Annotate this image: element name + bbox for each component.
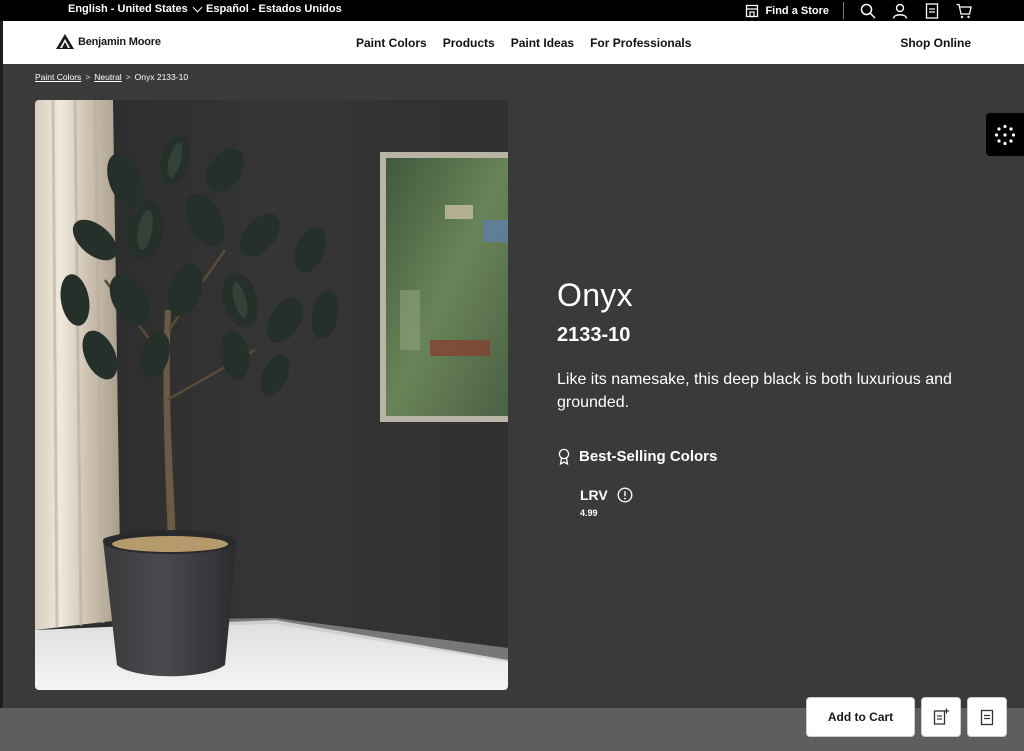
collection-label: Best-Selling Colors [579, 448, 718, 465]
left-edge [0, 21, 3, 708]
account-button[interactable] [892, 3, 908, 19]
breadcrumb-separator: > [85, 72, 91, 82]
utility-actions: Find a Store [745, 0, 972, 21]
add-to-cart-button[interactable]: Add to Cart [806, 697, 915, 737]
language-alt-label: Español - Estados Unidos [206, 3, 342, 15]
chevron-down-icon [192, 2, 203, 12]
award-ribbon-icon [558, 448, 570, 465]
nav-link-paint-colors[interactable]: Paint Colors [356, 36, 427, 50]
shop-online-link[interactable]: Shop Online [900, 36, 971, 50]
language-alt-link[interactable]: Español - Estados Unidos [206, 3, 342, 15]
color-tool-widget[interactable] [986, 113, 1024, 156]
store-icon [746, 4, 759, 17]
brand-name: Benjamin Moore [78, 35, 161, 48]
find-store-link[interactable]: Find a Store [745, 2, 844, 19]
lrv-value: 4.99 [580, 508, 598, 518]
color-description: Like its namesake, this deep black is bo… [557, 371, 952, 411]
brand-logo[interactable]: Benjamin Moore [55, 33, 161, 50]
breadcrumb-paint-colors[interactable]: Paint Colors [35, 72, 81, 82]
brand-mark-icon [56, 34, 74, 49]
account-icon [892, 3, 908, 19]
search-button[interactable] [860, 3, 876, 19]
breadcrumb: Paint Colors > Neutral > Onyx 2133-10 [35, 72, 188, 82]
language-selector[interactable]: English - United States [68, 2, 203, 15]
find-store-label: Find a Store [765, 4, 829, 17]
list-icon [925, 2, 939, 19]
cart-button[interactable] [956, 3, 972, 19]
list-icon [980, 709, 994, 725]
room-scene-image [35, 100, 508, 690]
search-icon [860, 3, 876, 19]
nav-link-paint-ideas[interactable]: Paint Ideas [511, 36, 574, 50]
color-code: 2133-10 [557, 324, 631, 346]
cart-icon [956, 3, 972, 18]
add-to-cart-label: Add to Cart [827, 710, 894, 724]
add-to-list-icon [933, 708, 949, 725]
language-label: English - United States [68, 3, 188, 15]
collection-badge[interactable]: Best-Selling Colors [557, 448, 717, 465]
nav-link-for-professionals[interactable]: For Professionals [590, 36, 691, 50]
nav-link-products[interactable]: Products [443, 36, 495, 50]
lrv-row: LRV [580, 487, 633, 503]
list-button[interactable] [924, 2, 940, 19]
nav-links: Paint Colors Products Paint Ideas For Pr… [356, 36, 691, 50]
view-list-button[interactable] [967, 697, 1007, 737]
info-icon[interactable] [617, 487, 633, 503]
color-name: Onyx [557, 277, 633, 313]
dots-grid-icon [994, 124, 1016, 145]
add-to-list-button[interactable] [921, 697, 961, 737]
main-nav: Benjamin Moore Paint Colors Products Pai… [3, 21, 1024, 64]
lrv-label: LRV [580, 487, 608, 503]
utility-bar: English - United States Español - Estado… [0, 0, 1024, 21]
breadcrumb-current: Onyx 2133-10 [134, 72, 189, 82]
breadcrumb-neutral[interactable]: Neutral [94, 72, 121, 82]
breadcrumb-separator: > [125, 72, 131, 82]
